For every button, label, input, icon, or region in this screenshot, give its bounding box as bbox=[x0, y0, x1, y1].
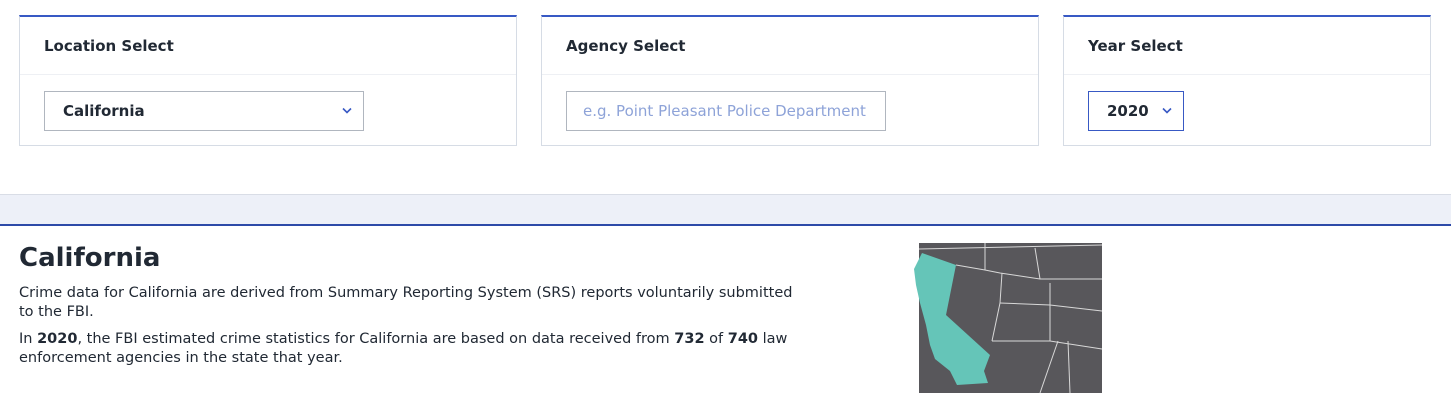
page-title: California bbox=[19, 243, 161, 273]
selector-row: Location Select California Agency Select… bbox=[0, 15, 1451, 149]
location-dropdown[interactable]: California bbox=[44, 91, 364, 131]
year-select-card: Year Select 2020 bbox=[1063, 15, 1431, 146]
state-map-graphic bbox=[910, 243, 1102, 393]
location-selected-value: California bbox=[63, 102, 145, 120]
agency-select-card: Agency Select e.g. Point Pleasant Police… bbox=[541, 15, 1039, 146]
location-select-title: Location Select bbox=[20, 17, 516, 75]
summary-year: 2020 bbox=[37, 331, 78, 347]
chevron-down-icon bbox=[342, 107, 352, 114]
state-map bbox=[910, 243, 1102, 393]
agencies-total-count: 740 bbox=[727, 331, 759, 347]
year-select-title: Year Select bbox=[1064, 17, 1430, 75]
location-select-card: Location Select California bbox=[19, 15, 517, 146]
chevron-down-icon bbox=[1162, 107, 1172, 114]
summary-estimate: In 2020, the FBI estimated crime statist… bbox=[19, 331, 788, 366]
agency-search-input[interactable]: e.g. Point Pleasant Police Department bbox=[566, 91, 886, 131]
agency-placeholder: e.g. Point Pleasant Police Department bbox=[583, 102, 866, 120]
agencies-reporting-count: 732 bbox=[674, 331, 705, 347]
agency-select-title: Agency Select bbox=[542, 17, 1038, 75]
summary-intro: Crime data for California are derived fr… bbox=[19, 285, 793, 320]
year-selected-value: 2020 bbox=[1107, 102, 1149, 120]
section-divider-band bbox=[0, 194, 1451, 226]
year-dropdown[interactable]: 2020 bbox=[1088, 91, 1184, 131]
state-summary: California Crime data for California are… bbox=[19, 240, 799, 368]
